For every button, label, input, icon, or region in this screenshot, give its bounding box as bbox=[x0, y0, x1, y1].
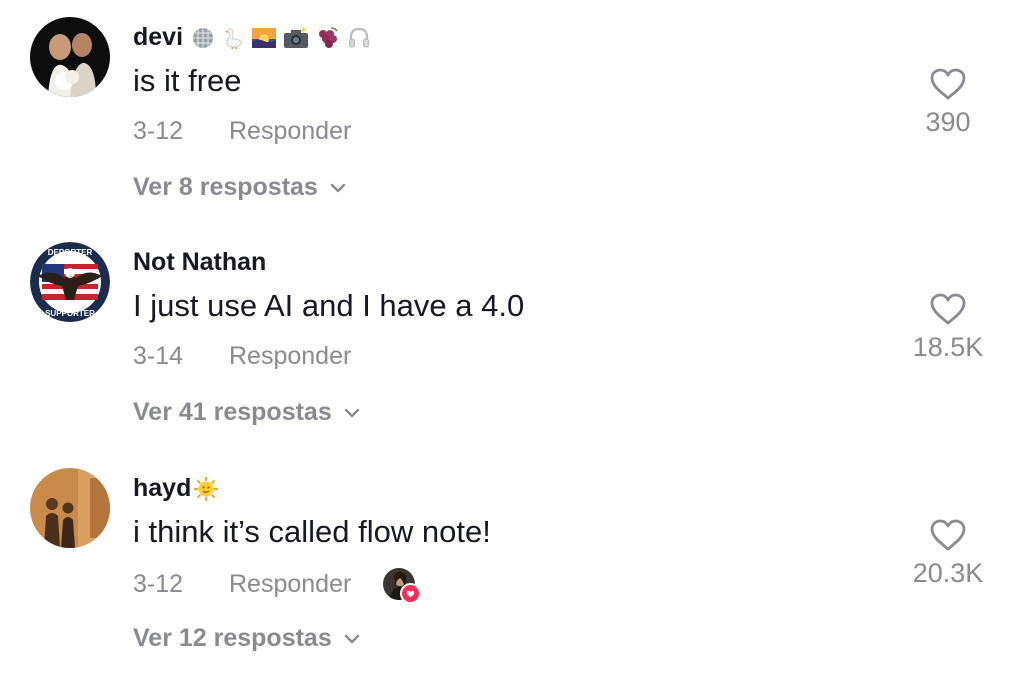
view-replies-label: Ver 41 respostas bbox=[133, 398, 332, 426]
comment-text: i think it’s called flow note! bbox=[133, 514, 491, 549]
liked-by-creator bbox=[383, 568, 422, 604]
comment-meta: 3-14 Responder bbox=[133, 342, 351, 371]
reply-button[interactable]: Responder bbox=[229, 117, 351, 146]
avatar-photo bbox=[30, 468, 110, 548]
camera-flash-icon bbox=[284, 26, 309, 48]
headphones-icon bbox=[349, 27, 369, 47]
chevron-down-icon bbox=[344, 408, 359, 417]
username[interactable]: hayd bbox=[133, 474, 219, 503]
heart-badge-icon bbox=[400, 583, 422, 604]
comment-date: 3-12 bbox=[133, 117, 184, 145]
mirror-ball-icon bbox=[193, 27, 214, 48]
badge-text-bottom: SUPPORTER bbox=[45, 309, 95, 318]
sunset-icon bbox=[252, 27, 277, 48]
view-replies-button[interactable]: Ver 8 respostas bbox=[133, 173, 346, 202]
reply-button[interactable]: Responder bbox=[229, 570, 351, 599]
username-emojis bbox=[193, 476, 219, 502]
avatar-photo bbox=[30, 17, 110, 97]
chevron-down-icon bbox=[344, 634, 359, 643]
comment-date: 3-12 bbox=[133, 569, 184, 598]
eagle-flag-badge: DEPORTER SUPPORTER bbox=[30, 242, 110, 322]
view-replies-button[interactable]: Ver 12 respostas bbox=[133, 624, 360, 653]
comment-date: 3-14 bbox=[133, 342, 184, 370]
comment-meta: 3-12 Responder bbox=[133, 568, 422, 604]
comment-text: is it free bbox=[133, 63, 242, 98]
like-area: 18.5K bbox=[898, 292, 998, 363]
username-text: hayd bbox=[133, 474, 192, 502]
like-count: 20.3K bbox=[912, 558, 984, 588]
comment-item: devi is it free 3-12 Responder Ver 8 res… bbox=[0, 17, 1024, 243]
like-area: 20.3K bbox=[898, 518, 998, 589]
heart-icon[interactable] bbox=[929, 67, 967, 101]
comment-item: hayd i think it’s called flow note! 3-12… bbox=[0, 468, 1024, 694]
chevron-down-icon bbox=[330, 183, 346, 192]
username[interactable]: devi bbox=[133, 23, 371, 52]
comment-text: I just use AI and I have a 4.0 bbox=[133, 288, 525, 323]
username-text: devi bbox=[133, 23, 184, 51]
grapes-icon bbox=[319, 26, 338, 48]
like-count: 18.5K bbox=[912, 332, 984, 362]
username-text: Not Nathan bbox=[133, 248, 267, 276]
badge-text-top: DEPORTER bbox=[48, 248, 93, 257]
sun-face-icon bbox=[194, 476, 219, 501]
username-emojis bbox=[191, 26, 371, 50]
heart-icon[interactable] bbox=[929, 518, 967, 552]
view-replies-label: Ver 12 respostas bbox=[133, 624, 332, 652]
like-count: 390 bbox=[925, 107, 971, 137]
view-replies-button[interactable]: Ver 41 respostas bbox=[133, 398, 360, 427]
heart-icon[interactable] bbox=[929, 292, 967, 326]
goose-icon bbox=[225, 27, 243, 49]
avatar[interactable] bbox=[30, 468, 110, 548]
avatar[interactable] bbox=[30, 17, 110, 97]
comment-meta: 3-12 Responder bbox=[133, 117, 351, 146]
view-replies-label: Ver 8 respostas bbox=[133, 173, 318, 201]
username[interactable]: Not Nathan bbox=[133, 248, 266, 277]
avatar[interactable]: DEPORTER SUPPORTER bbox=[30, 242, 110, 322]
comment-item: DEPORTER SUPPORTER Not Nathan I just use… bbox=[0, 242, 1024, 468]
reply-button[interactable]: Responder bbox=[229, 342, 351, 371]
like-area: 390 bbox=[898, 67, 998, 138]
